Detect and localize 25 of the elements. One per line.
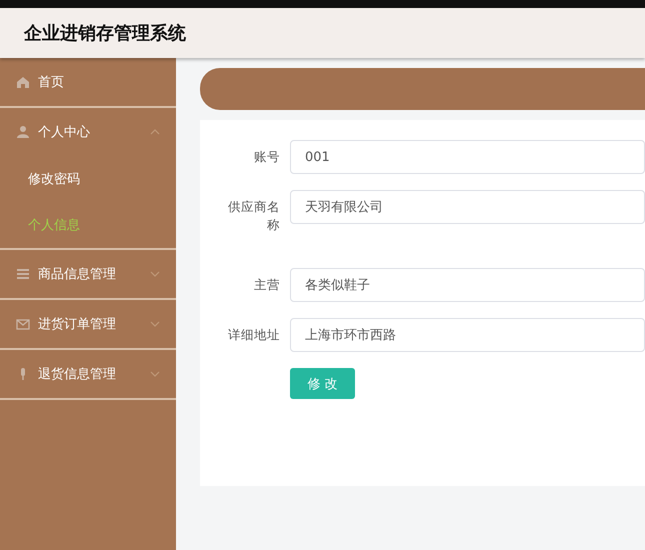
field-label: 账号 [253, 148, 280, 166]
field-label: 详细地址 [228, 326, 280, 344]
text-field[interactable]: 上海市环市西路 [290, 318, 645, 352]
chevron-up-icon [150, 129, 160, 135]
chevron-down-icon [150, 371, 160, 377]
field-label: 主营 [253, 276, 280, 294]
menu-item[interactable]: 首页 [0, 58, 176, 106]
user-icon [16, 125, 30, 139]
text-field[interactable]: 各类似鞋子 [290, 268, 645, 302]
envelope-icon [16, 317, 30, 331]
submenu-item[interactable]: 个人信息 [0, 202, 176, 248]
app-title: 企业进销存管理系统 [24, 22, 186, 45]
text-field[interactable]: 001 [290, 140, 645, 174]
field-label: 供应商名称 [228, 198, 280, 234]
text-field[interactable]: 天羽有限公司 [290, 190, 645, 224]
submit-button[interactable]: 修 改 [290, 368, 355, 399]
chevron-down-icon [150, 271, 160, 277]
chevron-down-icon [150, 321, 160, 327]
home-icon [16, 75, 30, 89]
menu-item[interactable]: 个人中心 [0, 108, 176, 156]
menu-icon [16, 267, 30, 281]
menu-item[interactable]: 进货订单管理 [0, 300, 176, 348]
submenu-item[interactable]: 修改密码 [0, 156, 176, 202]
menu-item[interactable]: 商品信息管理 [0, 250, 176, 298]
menu-item[interactable]: 退货信息管理 [0, 350, 176, 398]
